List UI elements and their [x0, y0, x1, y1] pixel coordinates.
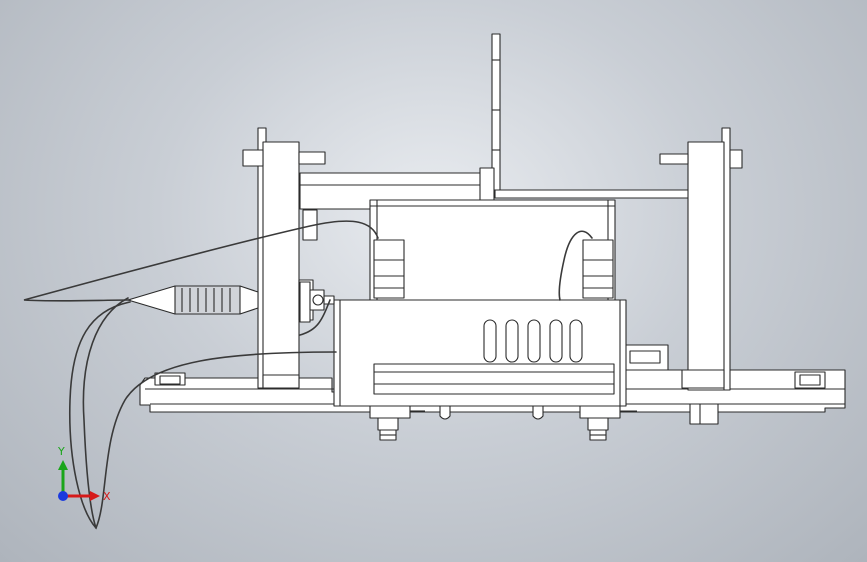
cad-viewport[interactable]: Y X — [0, 0, 867, 562]
guide-rail — [494, 189, 696, 199]
z-axis-dot-icon — [58, 491, 68, 501]
bottom-fitting-left — [369, 405, 425, 441]
xlr-plug — [127, 285, 259, 315]
x-axis-label: X — [103, 490, 111, 503]
cable-gland-right — [582, 239, 614, 299]
upper-housing — [369, 199, 616, 301]
orientation-triad: Y X — [57, 445, 111, 503]
x-arrowhead-icon — [90, 491, 100, 501]
vertical-tab — [491, 33, 501, 191]
left-bracket — [242, 127, 326, 389]
bottom-fitting-right — [579, 405, 637, 441]
assembly-model[interactable]: Y X — [0, 0, 867, 562]
cable-gland-left — [373, 239, 405, 299]
y-arrowhead-icon — [58, 460, 68, 470]
y-axis-label: Y — [57, 445, 65, 458]
